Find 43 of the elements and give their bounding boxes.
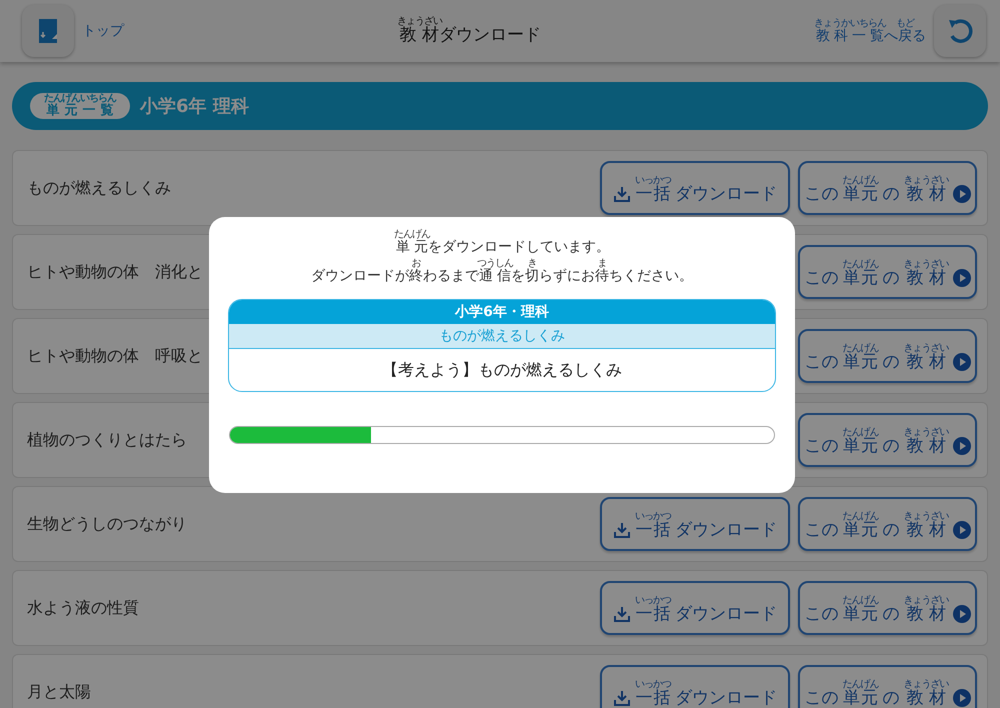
unit-materials-button[interactable]: この 単元 たんげん の 教材 きょうざい	[798, 413, 977, 467]
download-icon	[613, 689, 631, 707]
unit-name: 植物のつくりとはたら	[27, 430, 187, 450]
dialog-message: ダウンロードが終 お わるまで通信 つうしん を切 き らずにお待 ま ちください。	[311, 258, 693, 286]
play-icon	[952, 185, 970, 203]
unit-materials-button[interactable]: この 単元 たんげん の 教材 きょうざい	[798, 497, 977, 551]
unit-materials-button[interactable]: この 単元 たんげん の 教材 きょうざい	[798, 665, 977, 708]
unit-materials-button[interactable]: この 単元 たんげん の 教材 きょうざい	[798, 581, 977, 635]
unit-name: 月と太陽	[27, 682, 91, 702]
unit-name: 水よう液の性質	[27, 598, 139, 618]
material-title: 【考えよう】ものが燃えるしくみ	[381, 359, 623, 381]
play-icon	[952, 269, 970, 287]
download-icon	[613, 521, 631, 539]
unit-materials-button[interactable]: この 単元 たんげん の 教材 きょうざい	[798, 329, 977, 383]
unit-materials-button[interactable]: この 単元 たんげん の 教材 きょうざい	[798, 245, 977, 299]
dialog-message: 単元 たんげん をダウンロードしています。	[394, 229, 610, 257]
download-icon	[613, 185, 631, 203]
play-icon	[952, 437, 970, 455]
book-icon	[37, 18, 59, 44]
unit-name: 生物どうしのつながり	[27, 514, 187, 534]
unit-name: ものが燃えるしくみ	[27, 178, 171, 198]
back-to-subjects-link[interactable]: 教科一覧 きょうかいちらん へ戻 もど る	[814, 18, 926, 44]
grade-subject-header: 小学6年・理科	[229, 300, 775, 324]
unit-name-header: ものが燃えるしくみ	[229, 324, 775, 349]
bulk-download-button[interactable]: 一括 いっかつ ダウンロード	[600, 161, 790, 215]
unit-materials-button[interactable]: この 単元 たんげん の 教材 きょうざい	[798, 161, 977, 215]
top-button[interactable]	[22, 5, 74, 57]
bulk-download-button[interactable]: 一括 いっかつ ダウンロード	[600, 665, 790, 708]
unit-name: ヒトや動物の体 消化と	[27, 262, 203, 282]
unit-list-button[interactable]: 単元一覧 たんげんいちらん	[30, 93, 130, 119]
play-icon	[952, 605, 970, 623]
play-icon	[952, 689, 970, 707]
download-icon	[613, 605, 631, 623]
play-icon	[952, 353, 970, 371]
play-icon	[952, 521, 970, 539]
bulk-download-button[interactable]: 一括 いっかつ ダウンロード	[600, 497, 790, 551]
bulk-download-button[interactable]: 一括 いっかつ ダウンロード	[600, 581, 790, 635]
page-title: 教材 きょうざい ダウンロード	[396, 16, 542, 46]
refresh-button[interactable]	[934, 5, 986, 57]
top-link[interactable]: トップ	[82, 22, 124, 40]
grade-subject-title: 小学6年 理科	[140, 95, 249, 118]
refresh-icon	[946, 17, 974, 45]
unit-name: ヒトや動物の体 呼吸と	[27, 346, 203, 366]
